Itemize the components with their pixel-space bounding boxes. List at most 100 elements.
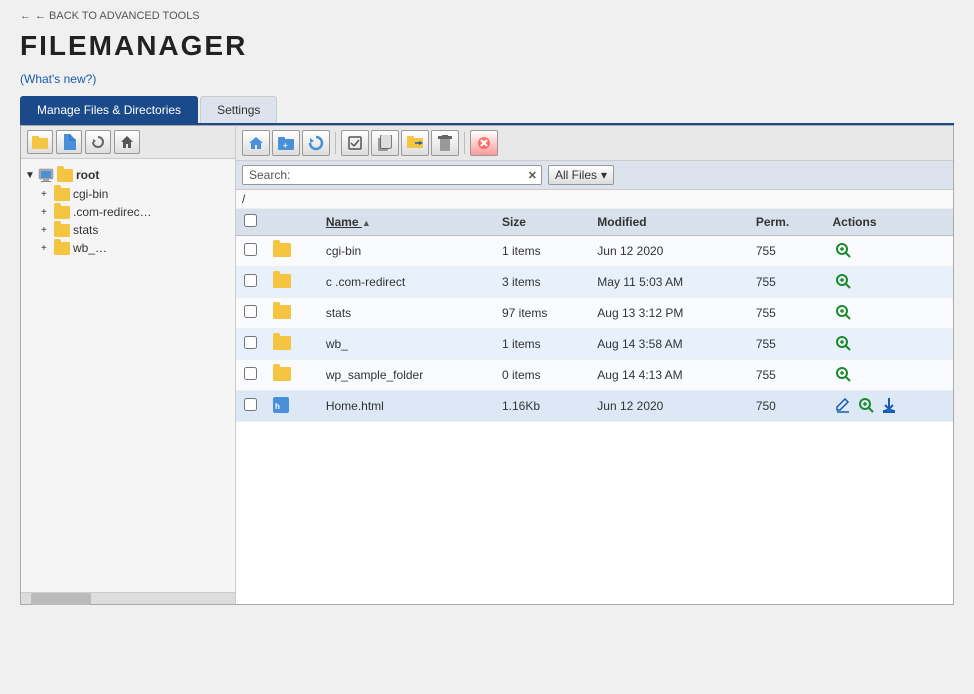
row-checkbox[interactable] xyxy=(244,243,257,256)
content-reload-btn[interactable] xyxy=(302,130,330,156)
content-delete-btn[interactable] xyxy=(431,130,459,156)
tree-item-label-comredirect: .com-redirec… xyxy=(73,205,152,219)
row-checkbox-cell xyxy=(236,391,265,422)
col-header-size: Size xyxy=(494,209,589,236)
row-folder-icon xyxy=(273,336,291,350)
sidebar-home-btn[interactable] xyxy=(114,130,140,154)
row-actions-cell xyxy=(825,360,954,391)
content-select-all-btn[interactable] xyxy=(341,130,369,156)
row-modified-cell: Aug 14 3:58 AM xyxy=(589,329,748,360)
col-header-perm: Perm. xyxy=(748,209,825,236)
file-table-header: Name ▲ Size Modified Perm. xyxy=(236,209,953,236)
row-icon-cell xyxy=(265,236,318,267)
table-row: stats 97 items Aug 13 3:12 PM 755 xyxy=(236,298,953,329)
wb-folder-icon xyxy=(54,242,70,255)
content-cancel-btn[interactable] xyxy=(470,130,498,156)
col-header-actions: Actions xyxy=(825,209,954,236)
sidebar-new-folder-btn[interactable] xyxy=(27,130,53,154)
content-home-btn[interactable] xyxy=(242,130,270,156)
row-perm-cell: 755 xyxy=(748,267,825,298)
row-folder-icon xyxy=(273,305,291,319)
row-actions-cell xyxy=(825,329,954,360)
col-header-icon xyxy=(265,209,318,236)
comredirect-folder-icon xyxy=(54,206,70,219)
row-folder-icon xyxy=(273,367,291,381)
row-size-cell: 97 items xyxy=(494,298,589,329)
row-checkbox[interactable] xyxy=(244,274,257,287)
whats-new-link[interactable]: (What's new?) xyxy=(20,72,954,86)
sidebar-toolbar xyxy=(21,126,235,159)
back-link-text[interactable]: ← BACK TO ADVANCED TOOLS xyxy=(35,10,200,22)
zoom-action-icon[interactable] xyxy=(833,333,853,353)
row-size-cell: 1.16Kb xyxy=(494,391,589,422)
tree-item-wb[interactable]: + wb_… xyxy=(41,239,231,257)
zoom-action-icon[interactable] xyxy=(833,240,853,260)
row-checkbox[interactable] xyxy=(244,305,257,318)
tab-manage-files[interactable]: Manage Files & Directories xyxy=(20,96,198,123)
zoom-action-icon[interactable] xyxy=(833,364,853,384)
row-checkbox[interactable] xyxy=(244,398,257,411)
row-perm-cell: 755 xyxy=(748,298,825,329)
content-move-btn[interactable] xyxy=(401,130,429,156)
row-perm-cell: 755 xyxy=(748,360,825,391)
sidebar-new-file-btn[interactable] xyxy=(56,130,82,154)
download-action-icon[interactable] xyxy=(879,395,899,415)
back-link[interactable]: ← ← BACK TO ADVANCED TOOLS xyxy=(20,10,954,22)
sidebar-scrollbar[interactable] xyxy=(21,592,235,604)
breadcrumb-bar: / xyxy=(236,190,953,209)
search-input[interactable] xyxy=(296,166,523,184)
row-checkbox[interactable] xyxy=(244,336,257,349)
search-input-wrap: Search: ✕ xyxy=(242,165,542,185)
table-row: wp_sample_folder 0 items Aug 14 4:13 AM … xyxy=(236,360,953,391)
back-arrow: ← xyxy=(20,10,31,22)
filter-label: All Files xyxy=(555,168,597,182)
row-perm-cell: 750 xyxy=(748,391,825,422)
row-actions-cell xyxy=(825,236,954,267)
tree-root[interactable]: ▼ root xyxy=(25,165,231,185)
zoom-action-icon[interactable] xyxy=(856,395,876,415)
row-folder-icon xyxy=(273,274,291,288)
row-size-cell: 1 items xyxy=(494,236,589,267)
content-new-folder-btn[interactable]: + xyxy=(272,130,300,156)
row-size-cell: 0 items xyxy=(494,360,589,391)
sidebar: ▼ root + xyxy=(21,126,236,604)
row-name-cell[interactable]: wp_sample_folder xyxy=(318,360,494,391)
row-name-cell[interactable]: wb_ xyxy=(318,329,494,360)
row-icon-cell xyxy=(265,360,318,391)
search-bar: Search: ✕ All Files ▾ xyxy=(236,161,953,190)
sidebar-scrollbar-thumb[interactable] xyxy=(31,593,91,605)
tree-item-stats[interactable]: + stats xyxy=(41,221,231,239)
tree-item-com-redirect[interactable]: + .com-redirec… xyxy=(41,203,231,221)
root-expand-icon: ▼ xyxy=(25,170,35,181)
comredirect-expand-icon: + xyxy=(41,207,51,218)
row-modified-cell: Jun 12 2020 xyxy=(589,391,748,422)
table-row: h Home.html 1.16Kb Jun 12 xyxy=(236,391,953,422)
edit-action-icon[interactable] xyxy=(833,396,853,416)
col-header-name[interactable]: Name ▲ xyxy=(318,209,494,236)
root-computer-icon xyxy=(38,167,54,183)
sidebar-refresh-btn[interactable] xyxy=(85,130,111,154)
zoom-action-icon[interactable] xyxy=(833,271,853,291)
file-table-wrapper: Name ▲ Size Modified Perm. xyxy=(236,209,953,604)
row-name-cell[interactable]: cgi-bin xyxy=(318,236,494,267)
tree-item-cgi-bin[interactable]: + cgi-bin xyxy=(41,185,231,203)
tab-settings[interactable]: Settings xyxy=(200,96,277,123)
zoom-action-icon[interactable] xyxy=(833,302,853,322)
root-folder-icon xyxy=(57,169,73,182)
table-row: wb_ 1 items Aug 14 3:58 AM 755 xyxy=(236,329,953,360)
row-icon-cell: h xyxy=(265,391,318,422)
svg-text:+: + xyxy=(283,141,288,150)
row-name-cell[interactable]: c .com-redirect xyxy=(318,267,494,298)
filter-arrow-icon: ▾ xyxy=(601,168,607,182)
tabs-bar: Manage Files & Directories Settings xyxy=(20,96,954,125)
row-name-cell[interactable]: stats xyxy=(318,298,494,329)
search-clear-btn[interactable]: ✕ xyxy=(524,169,541,182)
row-checkbox[interactable] xyxy=(244,367,257,380)
select-all-checkbox[interactable] xyxy=(244,214,257,227)
row-file-html-icon: h xyxy=(273,397,289,413)
content-copy-btn[interactable] xyxy=(371,130,399,156)
filter-dropdown[interactable]: All Files ▾ xyxy=(548,165,614,185)
wb-expand-icon: + xyxy=(41,243,51,254)
file-table-body: cgi-bin 1 items Jun 12 2020 755 xyxy=(236,236,953,422)
row-name-cell[interactable]: Home.html xyxy=(318,391,494,422)
